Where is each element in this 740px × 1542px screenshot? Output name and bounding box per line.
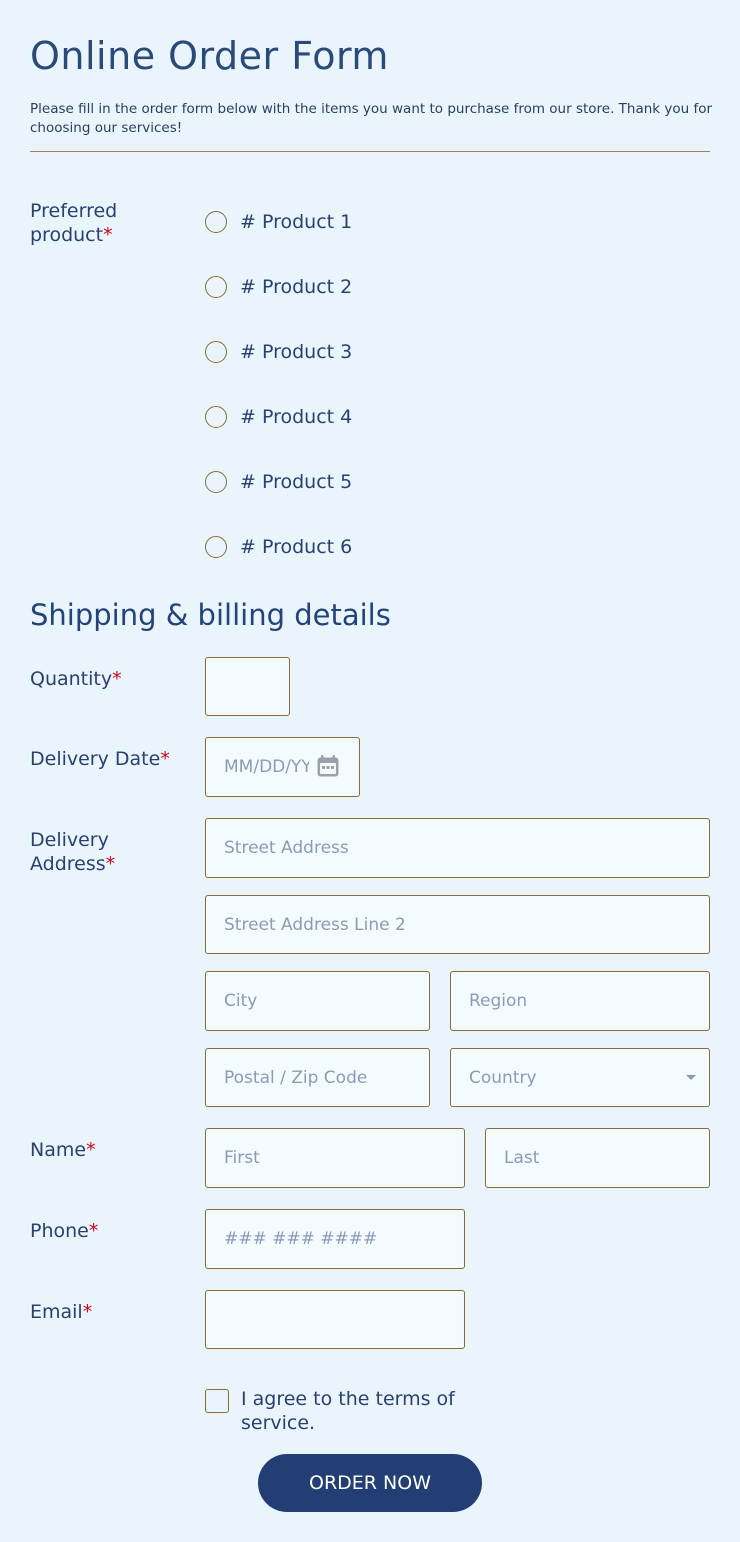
terms-label[interactable]: I agree to the terms of service. [241,1387,481,1435]
preferred-product-label: Preferred product* [30,200,118,246]
country-select[interactable]: Country [450,1048,710,1107]
product-option-label: # Product 3 [240,341,353,363]
product-option-2[interactable]: # Product 2 [205,274,352,300]
radio-button[interactable] [205,471,227,493]
product-option-5[interactable]: # Product 5 [205,469,352,495]
product-option-label: # Product 5 [240,471,353,493]
postal-code-input[interactable] [205,1048,430,1107]
name-label: Name* [30,1139,96,1161]
phone-input[interactable] [205,1209,465,1269]
order-now-button[interactable]: ORDER NOW [258,1454,482,1512]
country-select-display[interactable]: Country [450,1048,710,1107]
radio-button[interactable] [205,276,227,298]
page-title: Online Order Form [30,34,389,78]
radio-button[interactable] [205,406,227,428]
quantity-input[interactable] [205,657,290,716]
required-mark: * [103,224,113,246]
radio-button[interactable] [205,341,227,363]
city-input[interactable] [205,971,430,1031]
street-address-line2-input[interactable] [205,895,710,954]
product-option-label: # Product 1 [240,211,353,233]
radio-button[interactable] [205,211,227,233]
delivery-address-label: Delivery Address* [30,829,116,875]
required-mark: * [105,853,116,875]
radio-button[interactable] [205,536,227,558]
required-mark: * [112,668,122,690]
required-mark: * [160,748,170,770]
email-label: Email* [30,1301,93,1323]
delivery-date-label: Delivery Date* [30,748,170,770]
last-name-input[interactable] [485,1128,710,1188]
product-option-6[interactable]: # Product 6 [205,534,352,560]
product-option-4[interactable]: # Product 4 [205,404,352,430]
form-description: Please fill in the order form below with… [30,101,713,136]
calendar-icon[interactable] [316,754,340,778]
product-option-1[interactable]: # Product 1 [205,209,352,235]
terms-checkbox[interactable] [205,1389,229,1413]
divider [30,151,710,152]
first-name-input[interactable] [205,1128,465,1188]
email-input[interactable] [205,1290,465,1349]
phone-label: Phone* [30,1220,99,1242]
required-mark: * [88,1220,99,1242]
street-address-input[interactable] [205,818,710,878]
region-input[interactable] [450,971,710,1031]
chevron-down-icon [686,1075,696,1080]
required-mark: * [86,1139,96,1161]
required-mark: * [82,1301,93,1323]
product-option-label: # Product 6 [240,536,353,558]
quantity-label: Quantity* [30,668,122,690]
product-option-label: # Product 4 [240,406,353,428]
section-title: Shipping & billing details [30,598,391,632]
product-option-label: # Product 2 [240,276,353,298]
delivery-date-field [205,737,360,797]
product-option-3[interactable]: # Product 3 [205,339,352,365]
